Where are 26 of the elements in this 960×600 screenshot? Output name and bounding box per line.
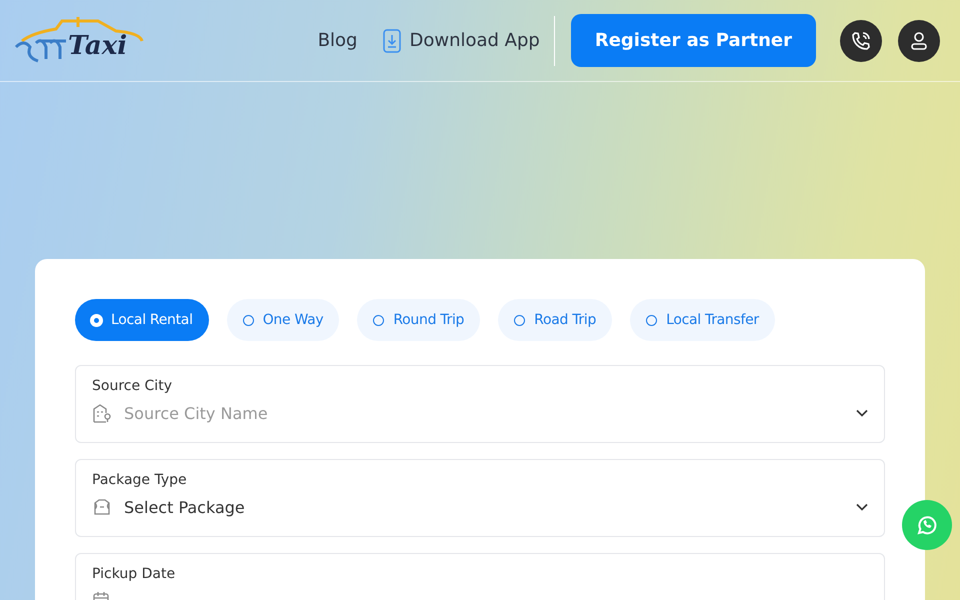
chevron-down-icon [856,409,868,417]
package-field[interactable]: Package Type Select Package [75,459,885,537]
city-field[interactable]: Source City Source City Name [75,365,885,443]
trip-type-tab[interactable]: Road Trip [498,299,612,341]
selected-value: Select Package [124,498,246,516]
field-label: Package Type [92,472,188,488]
field-label: Pickup Date [92,566,176,582]
trip-type-tab[interactable]: Local Transfer [630,299,775,341]
field-label: Source City [92,378,173,394]
trip-type-tab[interactable]: One Way [226,299,340,341]
call-button[interactable] [840,20,882,62]
date-field[interactable]: Pickup Date [75,553,885,600]
chevron-down-icon [856,503,868,511]
logo-text: Taxi [68,30,128,60]
download-app-link[interactable]: Download App [383,28,540,52]
trip-type-tab[interactable]: Round Trip [357,299,480,341]
building-pin-icon [92,403,112,423]
blog-link[interactable]: Blog [318,30,358,51]
phone-icon [851,30,871,50]
package-icon [92,497,112,517]
trip-type-tab[interactable]: Local Rental [75,299,209,341]
user-icon [910,30,928,50]
city-input[interactable]: Source City Name [124,404,844,422]
account-button[interactable] [898,20,940,62]
register-partner-button[interactable]: Register as Partner [570,14,816,67]
phone-download-icon [383,28,402,52]
